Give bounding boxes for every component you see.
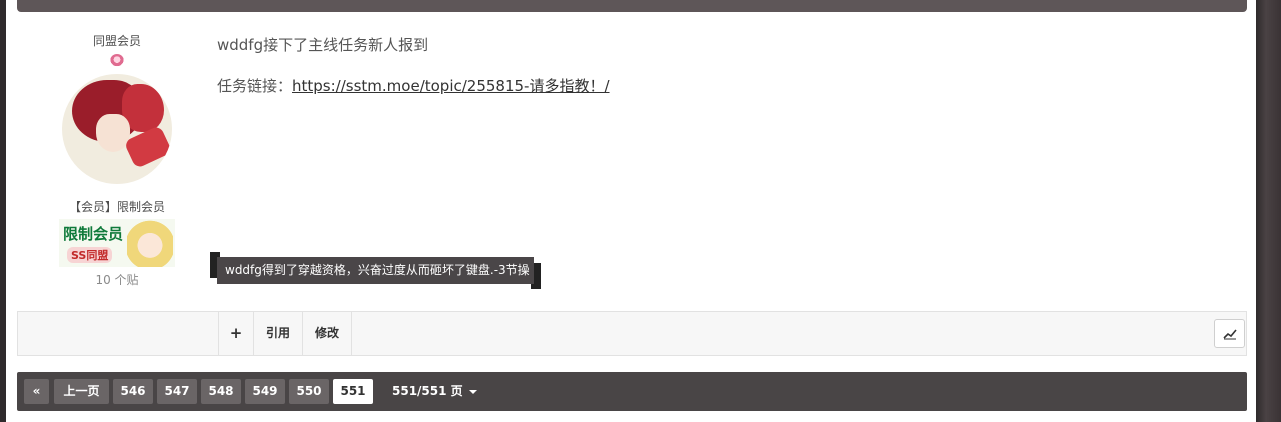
page-550[interactable]: 550 — [289, 379, 329, 404]
member-badge-icon — [110, 54, 124, 68]
post-title: wddfg接下了主线任务新人报到 — [217, 36, 429, 54]
pagination: « 上一页 546 547 548 549 550 551 551/551 页 — [17, 372, 1247, 411]
edit-button[interactable]: 修改 — [302, 312, 352, 355]
link-prefix: 任务链接： — [217, 77, 293, 95]
page-548[interactable]: 548 — [201, 379, 241, 404]
content-panel — [6, 0, 1256, 422]
activity-chart-button[interactable] — [1214, 319, 1245, 348]
rank-badge-image: 限制会员 SS同盟 — [59, 219, 175, 267]
member-group: 同盟会员 — [92, 34, 141, 48]
rank-badge-character — [127, 219, 173, 267]
post-link-line: 任务链接：https://sstm.moe/topic/255815-请多指教！… — [217, 75, 610, 96]
page-551-current[interactable]: 551 — [333, 379, 373, 404]
task-link[interactable]: https://sstm.moe/topic/255815-请多指教！/ — [292, 77, 610, 95]
avatar[interactable] — [62, 74, 172, 184]
page-jump-dropdown[interactable]: 551/551 页 — [392, 379, 477, 404]
activity-chart-icon — [1222, 328, 1237, 339]
background-right — [1256, 0, 1281, 422]
member-rank: 【会员】限制会员 — [68, 200, 165, 214]
author-info: 同盟会员 【会员】限制会员 限制会员 SS同盟 10 个贴 — [52, 32, 182, 288]
post-count: 10 个贴 — [95, 273, 139, 287]
chevron-down-icon — [468, 389, 477, 394]
page-549[interactable]: 549 — [245, 379, 285, 404]
page-jump-label: 551/551 页 — [392, 384, 463, 398]
page-546[interactable]: 546 — [113, 379, 153, 404]
page-547[interactable]: 547 — [157, 379, 197, 404]
quote-button[interactable]: 引用 — [253, 312, 302, 355]
plus-button[interactable]: + — [218, 312, 253, 355]
previous-post-footer — [17, 0, 1247, 12]
post-toolbar: + 引用 修改 — [17, 311, 1247, 356]
first-page-button[interactable]: « — [24, 379, 49, 404]
rank-badge-sub: SS同盟 — [67, 247, 113, 263]
prev-page-button[interactable]: 上一页 — [54, 379, 109, 404]
notice-banner: wddfg得到了穿越资格，兴奋过度从而砸坏了键盘.-3节操 — [210, 252, 541, 289]
rank-badge-text: 限制会员 — [63, 225, 124, 243]
notice-text: wddfg得到了穿越资格，兴奋过度从而砸坏了键盘.-3节操 — [217, 257, 534, 284]
